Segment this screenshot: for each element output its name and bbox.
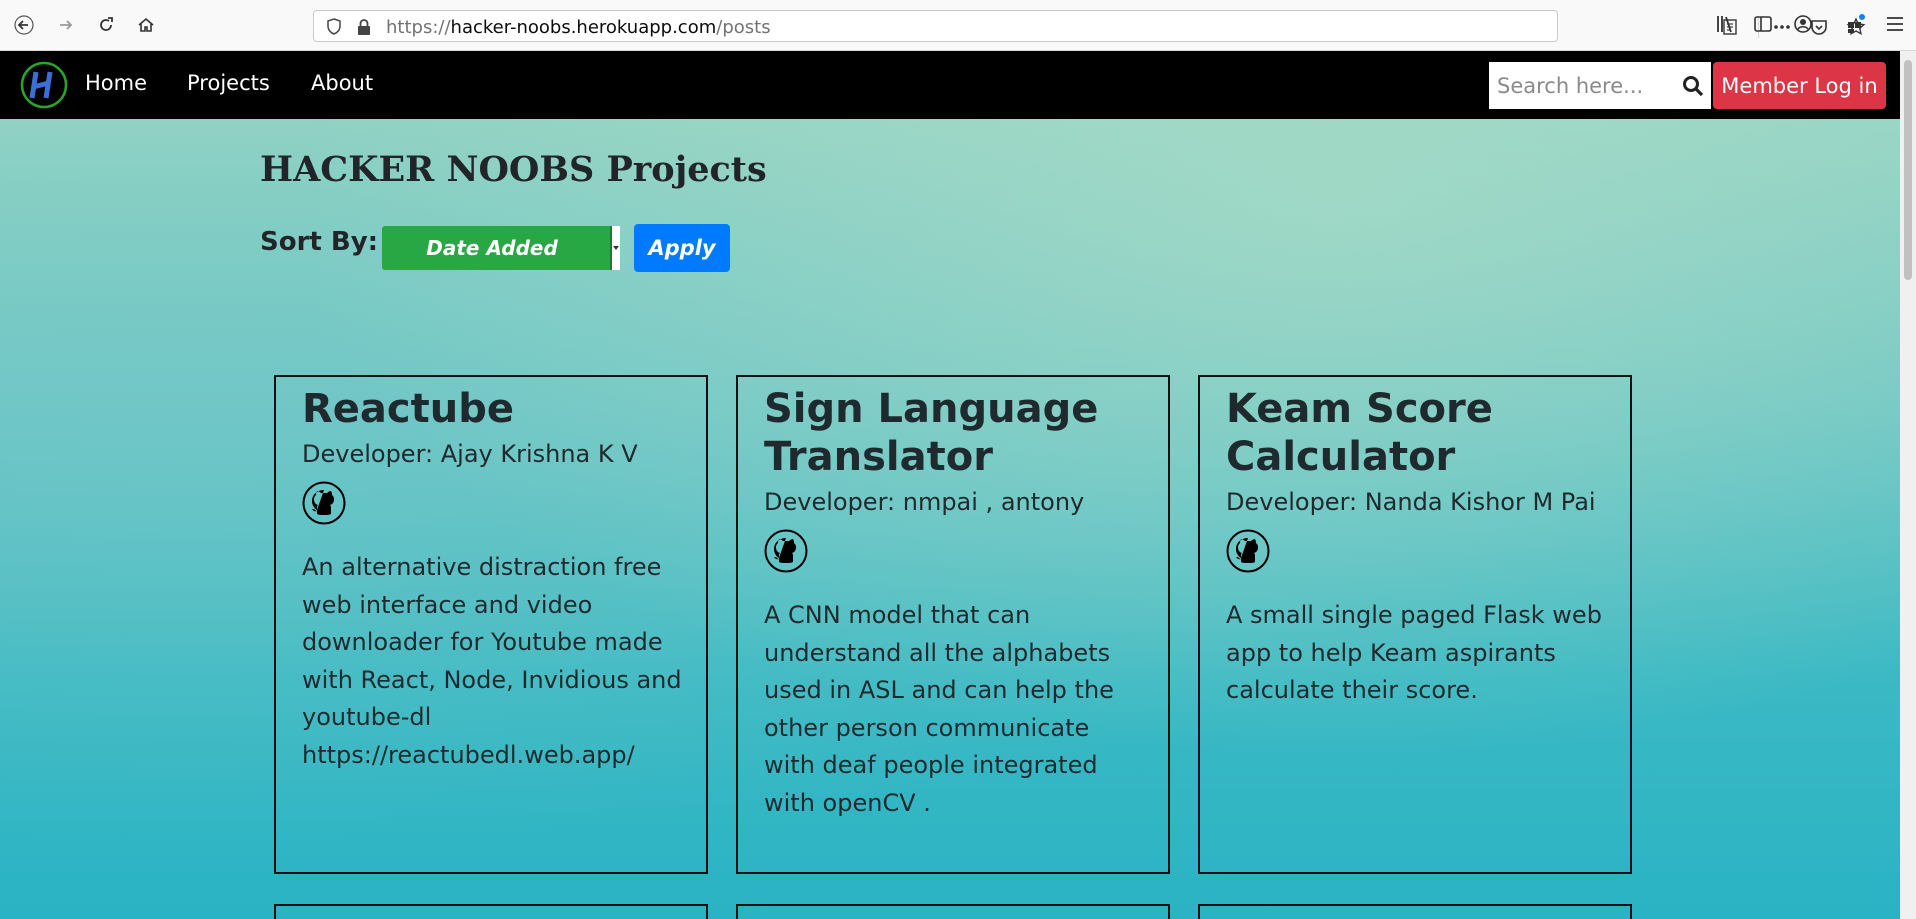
projects-page: HACKER NOOBS Projects Sort By: Date Adde… — [0, 119, 1900, 919]
project-title[interactable]: Keam Score Calculator — [1226, 385, 1606, 481]
hacker-noobs-logo[interactable] — [19, 60, 69, 110]
tracking-shield-icon[interactable] — [324, 17, 344, 37]
apply-button[interactable]: Apply — [634, 224, 730, 272]
menu-icon[interactable] — [1884, 13, 1908, 37]
project-developer: Developer: nmpai , antony — [764, 488, 1085, 516]
url-protocol: https:// — [386, 17, 451, 38]
reload-icon — [100, 17, 113, 31]
github-icon[interactable] — [1226, 529, 1270, 573]
github-icon[interactable] — [764, 529, 808, 573]
project-card: Sign Language Translator Developer: nmpa… — [736, 375, 1170, 874]
project-card-partial — [1198, 904, 1632, 919]
library-icon[interactable] — [1715, 13, 1739, 37]
sort-select[interactable]: Date Added — [382, 226, 620, 270]
project-description: A small single paged Flask web app to he… — [1226, 601, 1602, 704]
sidebar-icon[interactable] — [1752, 13, 1776, 37]
url-host: hacker-noobs.herokuapp.com — [450, 17, 717, 38]
project-card-partial — [274, 904, 708, 919]
url-path: /posts — [716, 17, 771, 38]
search-icon[interactable] — [1681, 74, 1705, 98]
sort-selected-value: Date Added — [426, 236, 558, 260]
reload-button[interactable] — [92, 11, 120, 39]
forward-button[interactable] — [52, 11, 80, 39]
member-login-button[interactable]: Member Log in — [1713, 62, 1886, 109]
project-title[interactable]: Reactube — [302, 385, 682, 433]
project-card: Reactube Developer: Ajay Krishna K V An … — [274, 375, 708, 874]
dropdown-arrow-icon[interactable] — [610, 226, 620, 270]
extensions-icon[interactable] — [1845, 13, 1869, 37]
page-title: HACKER NOOBS Projects — [260, 149, 767, 190]
home-icon — [138, 17, 154, 32]
nav-home-link[interactable]: Home — [85, 71, 147, 95]
url-text[interactable]: https://hacker-noobs.herokuapp.com/posts — [386, 17, 771, 38]
account-icon[interactable] — [1792, 13, 1816, 37]
project-description: An alternative distraction free web inte… — [302, 553, 682, 769]
project-developer: Developer: Ajay Krishna K V — [302, 440, 638, 468]
nav-about-link[interactable]: About — [311, 71, 373, 95]
github-icon[interactable] — [302, 481, 346, 525]
nav-projects-link[interactable]: Projects — [187, 71, 270, 95]
search-input[interactable] — [1489, 62, 1679, 109]
address-bar[interactable]: https://hacker-noobs.herokuapp.com/posts — [313, 10, 1866, 42]
lock-icon[interactable] — [354, 17, 374, 37]
sort-label: Sort By: — [260, 227, 379, 257]
project-card-partial — [736, 904, 1170, 919]
back-button[interactable] — [10, 11, 38, 39]
project-title[interactable]: Sign Language Translator — [764, 385, 1144, 481]
scrollbar-thumb[interactable] — [1904, 60, 1912, 280]
browser-toolbar: https://hacker-noobs.herokuapp.com/posts — [0, 0, 1916, 51]
project-description: A CNN model that can understand all the … — [764, 601, 1114, 817]
home-button[interactable] — [132, 11, 160, 39]
project-developer: Developer: Nanda Kishor M Pai — [1226, 488, 1596, 516]
back-arrow-icon — [14, 15, 34, 35]
site-navbar: Home Projects About Member Log in — [0, 51, 1900, 119]
forward-arrow-icon — [60, 20, 73, 30]
project-card: Keam Score Calculator Developer: Nanda K… — [1198, 375, 1632, 874]
search-box — [1489, 62, 1711, 109]
